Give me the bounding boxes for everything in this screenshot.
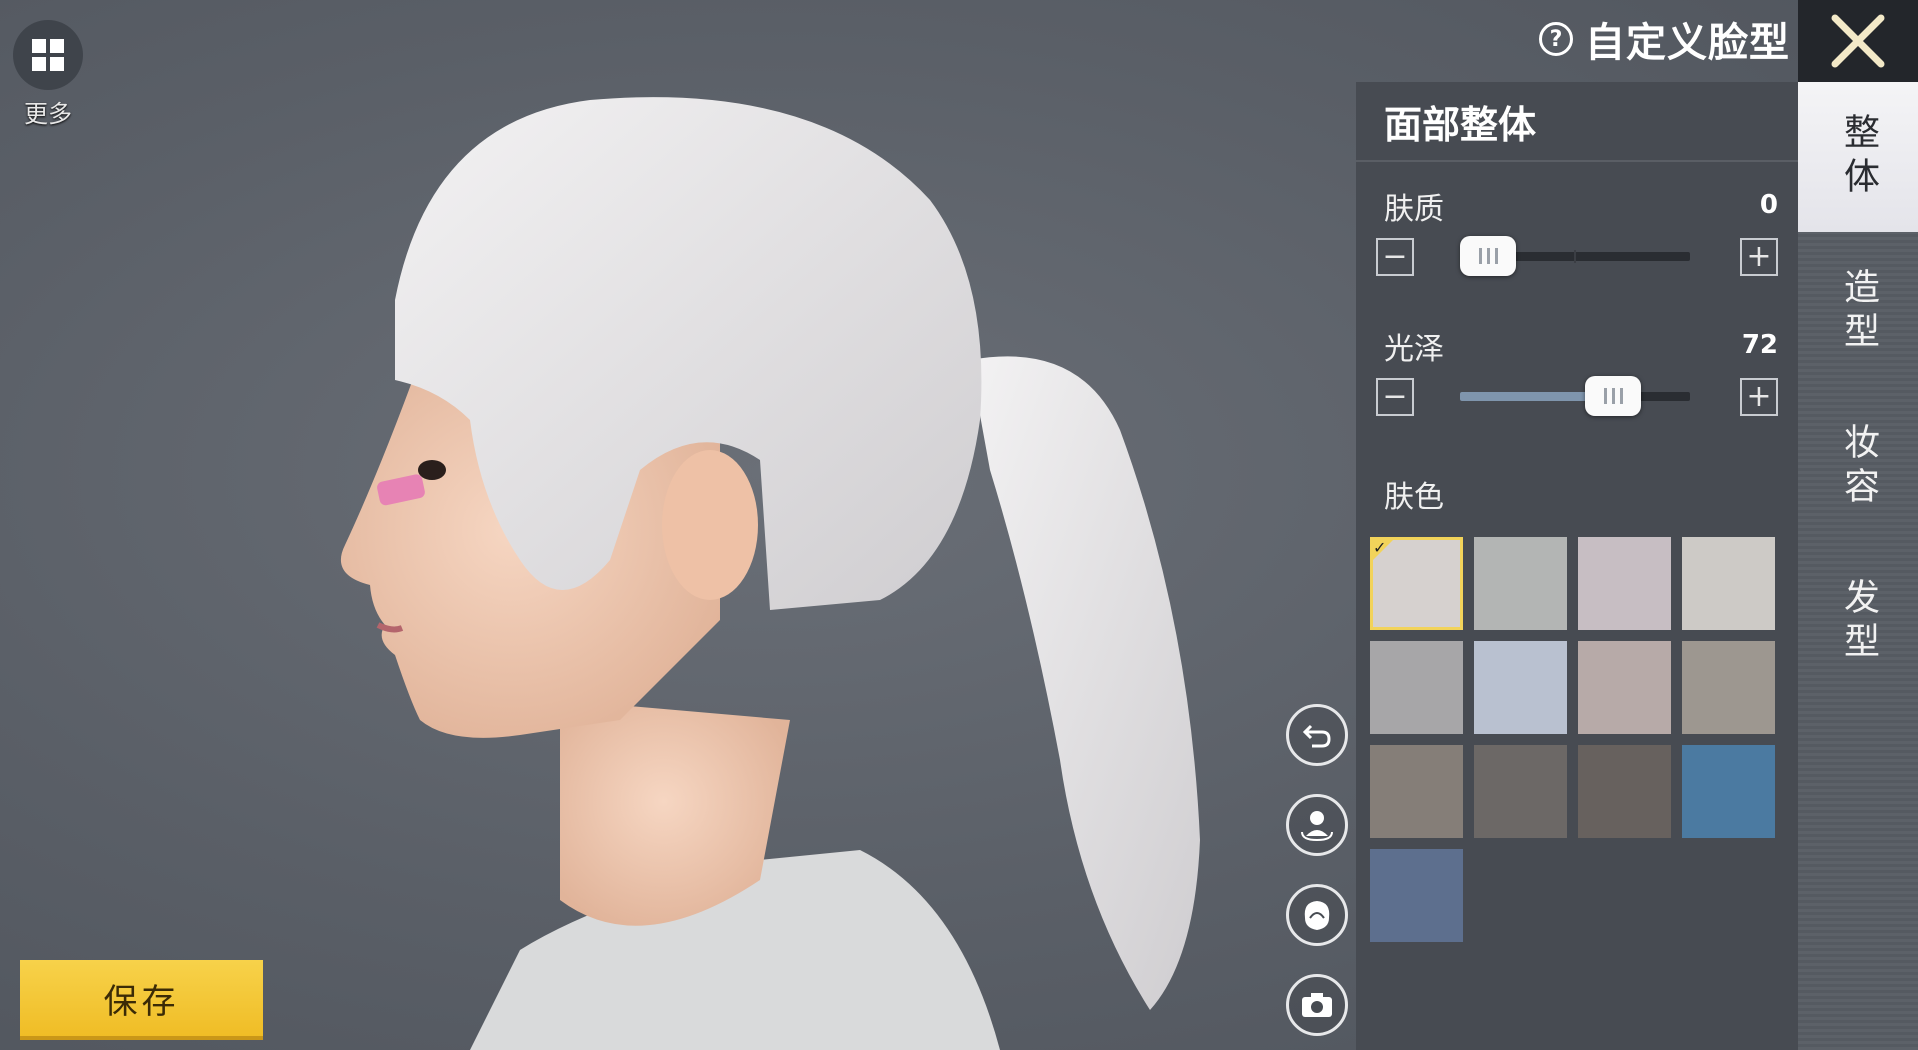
skin-color-swatch[interactable]	[1474, 745, 1567, 838]
rotate-view-icon	[1301, 811, 1333, 842]
skin-color-grid: ✓	[1370, 537, 1775, 942]
more-button[interactable]	[13, 20, 83, 90]
page-title: 自定义脸型	[1585, 20, 1790, 66]
skin-color-swatch[interactable]	[1474, 641, 1567, 734]
skin-texture-minus-button[interactable]: −	[1376, 238, 1414, 276]
skin-color-swatch[interactable]	[1474, 537, 1567, 630]
camera-button[interactable]	[1286, 974, 1348, 1036]
gloss-value: 72	[1741, 330, 1778, 360]
slider-thumb[interactable]	[1585, 376, 1642, 416]
skin-color-swatch[interactable]	[1370, 849, 1463, 942]
gloss-plus-button[interactable]: +	[1740, 378, 1778, 416]
skin-color-label: 肤色	[1384, 480, 1444, 515]
save-button[interactable]: 保存	[20, 960, 263, 1040]
camera-icon	[1302, 993, 1332, 1017]
gloss-minus-button[interactable]: −	[1376, 378, 1414, 416]
panel-header: 面部整体	[1356, 82, 1798, 162]
face-overall-panel: 面部整体 肤质 0 − + 光泽 72 − + 肤色 ✓	[1356, 82, 1798, 1050]
skin-color-swatch[interactable]	[1578, 641, 1671, 734]
eye	[418, 460, 446, 480]
panel-title: 面部整体	[1384, 102, 1537, 147]
check-icon: ✓	[1373, 538, 1387, 557]
gloss-label: 光泽	[1384, 332, 1444, 367]
ponytail	[970, 356, 1200, 1010]
tab-overall[interactable]: 整体	[1798, 82, 1918, 232]
question-icon[interactable]: ?	[1539, 22, 1573, 56]
skin-color-swatch[interactable]	[1370, 745, 1463, 838]
skin-color-swatch[interactable]	[1578, 745, 1671, 838]
skin-color-swatch[interactable]	[1578, 537, 1671, 630]
undo-button[interactable]	[1286, 704, 1348, 766]
close-button[interactable]	[1798, 0, 1918, 82]
slider-tick	[1574, 250, 1576, 263]
close-icon	[1831, 14, 1885, 68]
more-label: 更多	[24, 100, 72, 128]
tab-makeup[interactable]: 妆容	[1798, 392, 1918, 542]
skin-texture-plus-button[interactable]: +	[1740, 238, 1778, 276]
skin-texture-slider[interactable]	[1460, 236, 1690, 276]
hair-view-icon	[1304, 901, 1330, 930]
tab-shape[interactable]: 造型	[1798, 237, 1918, 387]
skin-color-swatch[interactable]: ✓	[1370, 537, 1463, 630]
tab-hairstyle[interactable]: 发型	[1798, 547, 1918, 697]
hair-view-button[interactable]	[1286, 884, 1348, 946]
undo-icon	[1302, 724, 1331, 748]
rotate-view-button[interactable]	[1286, 794, 1348, 856]
skin-color-swatch[interactable]	[1682, 745, 1775, 838]
ear	[662, 450, 758, 600]
grid-icon	[32, 39, 64, 71]
skin-color-swatch[interactable]	[1682, 641, 1775, 734]
skin-color-swatch[interactable]	[1682, 537, 1775, 630]
skin-texture-label: 肤质	[1384, 192, 1444, 227]
header: ? 自定义脸型	[1539, 10, 1790, 68]
slider-thumb[interactable]	[1460, 236, 1516, 276]
skin-color-swatch[interactable]	[1370, 641, 1463, 734]
gloss-slider[interactable]	[1460, 376, 1690, 416]
skin-texture-value: 0	[1759, 190, 1778, 220]
category-tab-rail: 整体 造型 妆容 发型	[1798, 82, 1918, 1050]
